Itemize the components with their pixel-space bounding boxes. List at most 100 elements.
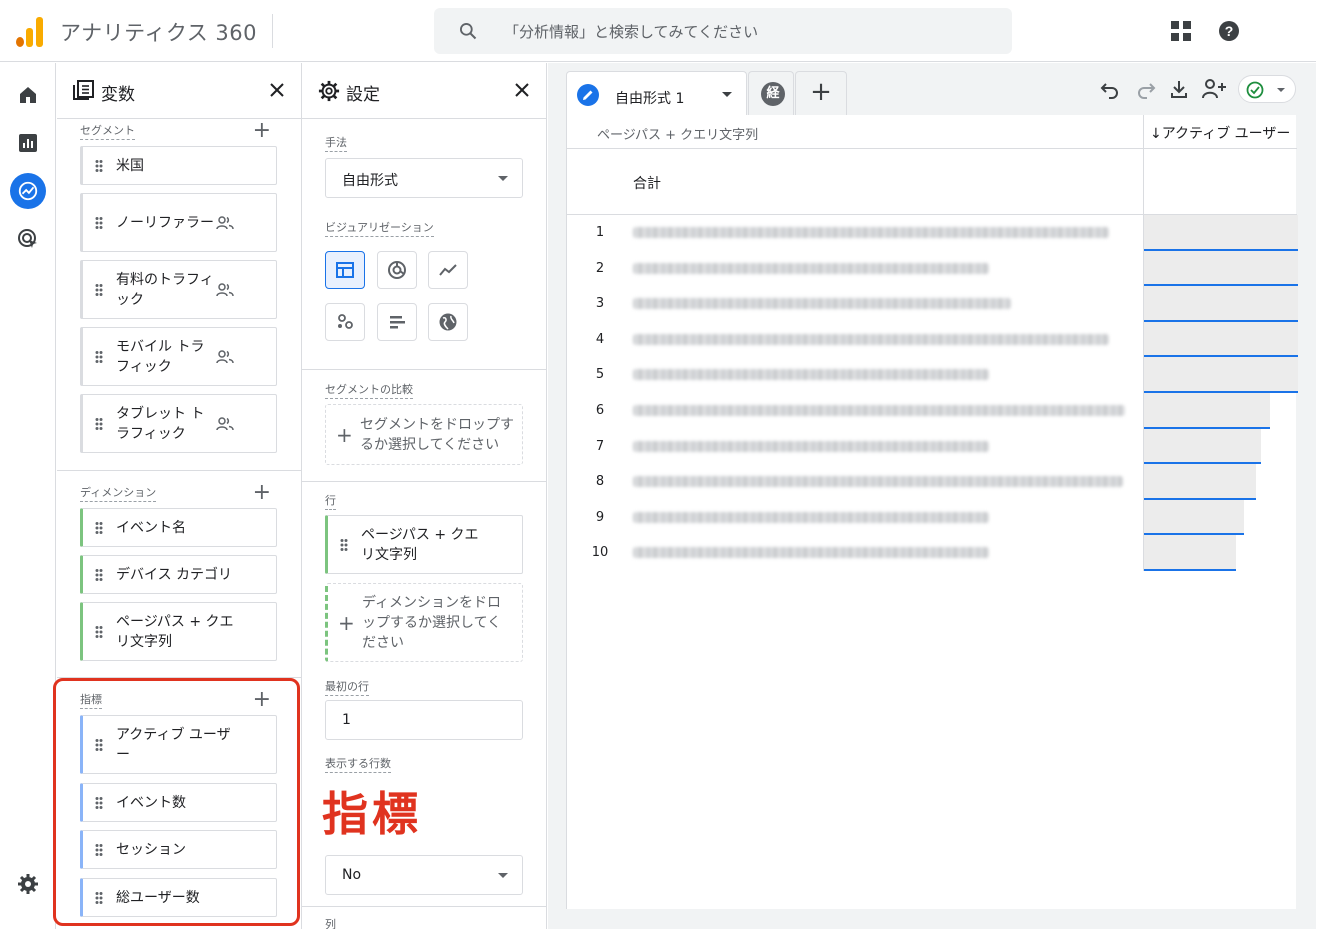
undo-icon[interactable] (1100, 79, 1120, 99)
home-icon[interactable] (16, 83, 40, 107)
help-icon[interactable]: ? (1218, 20, 1240, 42)
table-row[interactable]: 3 (567, 286, 1298, 322)
dimension-drop-zone[interactable]: + ディメンションをドロップするか選択してください (325, 583, 523, 662)
add-tab-button[interactable]: + (795, 71, 847, 115)
drag-handle-icon[interactable] (95, 417, 103, 430)
settings-gear-icon[interactable] (16, 872, 40, 896)
drag-handle-icon[interactable] (95, 216, 103, 229)
segment-chip-mobile-traffic[interactable]: モバイル トラフィック (80, 327, 277, 386)
segment-chip-tablet-traffic[interactable]: タブレット トラフィック (80, 394, 277, 453)
dropdown-caret-icon (498, 873, 508, 878)
row-number: 4 (595, 331, 605, 347)
redacted-page-path (633, 262, 989, 274)
metric-bar (1144, 393, 1270, 429)
metric-cell (1143, 321, 1298, 358)
row-number: 3 (595, 296, 605, 312)
drag-handle-icon[interactable] (95, 350, 103, 363)
drag-handle-icon[interactable] (95, 159, 103, 172)
tab-bar: 自由形式 1 経 + (548, 63, 1316, 115)
geo-viz-button[interactable] (428, 303, 468, 341)
row-number: 8 (595, 474, 605, 490)
dimension-chip[interactable]: デバイス カテゴリ (80, 555, 277, 594)
segment-chip-us[interactable]: 米国 (80, 146, 277, 185)
table-icon (336, 262, 354, 278)
reports-icon[interactable] (16, 131, 40, 155)
apps-grid-icon[interactable] (1170, 20, 1192, 42)
analytics-logo-icon[interactable] (16, 17, 44, 47)
globe-icon (439, 313, 457, 331)
table-row[interactable]: 7 (567, 428, 1297, 465)
edit-pencil-icon[interactable] (577, 84, 599, 106)
drag-handle-icon[interactable] (95, 625, 103, 638)
redacted-page-path (633, 227, 1109, 238)
metric-bar (1144, 464, 1256, 500)
free-form-table: ページパス + クエリ文字列 ↓アクティブ ユーザー 合計 1 2 3 4 5 6 7 8 9 1… (566, 115, 1298, 909)
dimension-chip[interactable]: ページパス + クエリ文字列 (80, 602, 277, 661)
redacted-page-path (633, 476, 1123, 488)
metric-cell (1143, 499, 1297, 536)
add-dimension-button[interactable]: + (253, 482, 271, 504)
drag-handle-icon[interactable] (95, 568, 103, 581)
donut-viz-button[interactable] (377, 251, 417, 289)
metric-bar (1144, 286, 1298, 322)
add-segment-button[interactable]: + (253, 120, 271, 142)
bar-viz-button[interactable] (377, 303, 417, 341)
section-divider (302, 906, 546, 907)
dimensions-label: ディメンション (80, 484, 157, 502)
table-header: ページパス + クエリ文字列 ↓アクティブ ユーザー (567, 115, 1297, 149)
advertising-icon[interactable] (16, 227, 40, 251)
metrics-highlight-box (53, 678, 300, 926)
metric-cell (1143, 428, 1297, 465)
metric-bar (1144, 499, 1244, 536)
dimension-chip[interactable]: イベント名 (80, 508, 277, 547)
data-quality-status-button[interactable] (1238, 75, 1296, 103)
table-row[interactable]: 6 (567, 393, 1297, 429)
first-row-input[interactable]: 1 (325, 700, 523, 740)
variables-header: 変数 (57, 63, 301, 119)
segment-chip-no-referrer[interactable]: ノーリファラー (80, 193, 277, 252)
people-icon (216, 215, 234, 229)
metric-cell (1143, 393, 1297, 429)
table-viz-button[interactable] (325, 251, 365, 289)
scatter-viz-button[interactable] (325, 303, 365, 341)
rows-shown-label: 表示する行数 (325, 755, 391, 773)
table-row[interactable]: 9 (567, 499, 1297, 536)
share-users-icon[interactable] (1202, 78, 1228, 100)
table-row[interactable]: 2 (567, 250, 1298, 287)
metric-cell (1143, 464, 1297, 500)
tab-free-form[interactable]: 自由形式 1 (566, 71, 747, 115)
table-row[interactable]: 1 (567, 215, 1298, 251)
table-row[interactable]: 10 (567, 535, 1297, 571)
segment-chip-paid-traffic[interactable]: 有料のトラフィック (80, 260, 277, 319)
redacted-page-path (633, 405, 1125, 416)
segment-drop-zone[interactable]: + セグメントをドロップするか選択してください (325, 404, 523, 465)
table-row[interactable]: 5 (567, 357, 1298, 393)
tab-path-exploration[interactable]: 経 (748, 71, 794, 115)
nested-rows-select[interactable]: No (325, 855, 523, 895)
segment-label: ノーリファラー (116, 214, 214, 231)
explore-nav-active[interactable] (10, 173, 46, 209)
tab-menu-caret-icon[interactable] (722, 92, 732, 97)
first-row-label: 最初の行 (325, 678, 369, 696)
segment-drop-text: セグメントをドロップするか選択してください (360, 416, 514, 453)
table-row[interactable]: 8 (567, 464, 1297, 500)
dimension-label: ページパス + クエリ文字列 (116, 613, 234, 650)
drag-handle-icon[interactable] (340, 538, 348, 551)
column-header-dimension[interactable]: ページパス + クエリ文字列 (597, 124, 758, 143)
search-icon (460, 23, 477, 40)
row-dimension-chip[interactable]: ページパス + クエリ文字列 (325, 515, 523, 574)
plus-icon: + (336, 422, 353, 447)
column-header-metric[interactable]: ↓アクティブ ユーザー (1143, 115, 1297, 149)
table-row[interactable]: 4 (567, 321, 1298, 358)
line-viz-button[interactable] (428, 251, 468, 289)
total-row: 合計 (567, 149, 1297, 215)
technique-select[interactable]: 自由形式 (325, 158, 523, 198)
close-icon[interactable] (269, 82, 285, 98)
drag-handle-icon[interactable] (95, 521, 103, 534)
close-icon[interactable] (514, 82, 530, 98)
search-bar[interactable]: 「分析情報」と検索してみてください (434, 8, 1012, 54)
redo-icon[interactable] (1136, 79, 1156, 99)
top-bar: アナリティクス 360 「分析情報」と検索してみてください ? (0, 0, 1316, 62)
download-icon[interactable] (1169, 79, 1189, 99)
drag-handle-icon[interactable] (95, 283, 103, 296)
